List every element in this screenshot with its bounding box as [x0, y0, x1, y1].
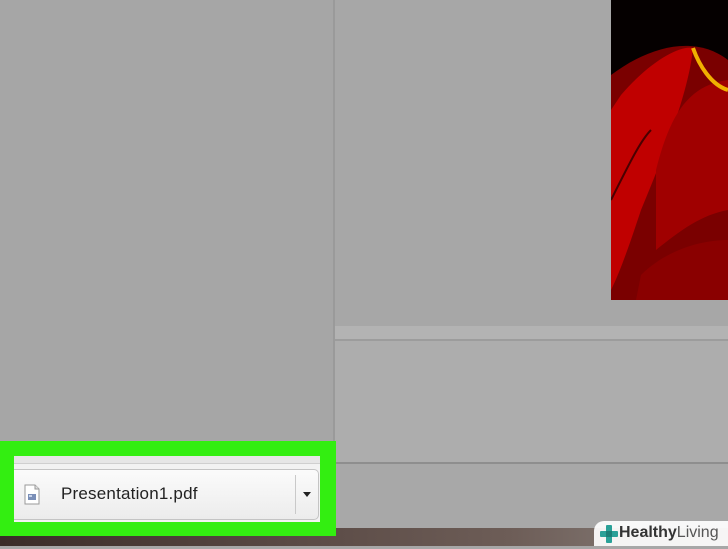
pdf-file-icon	[24, 484, 40, 505]
caret-down-icon	[303, 492, 311, 497]
watermark-light: Living	[676, 524, 719, 541]
watermark: HealthyLiving	[594, 521, 728, 546]
download-item[interactable]: Presentation1.pdf	[14, 469, 319, 520]
download-bar: Presentation1.pdf	[14, 456, 320, 522]
plus-cross-icon	[599, 524, 619, 544]
slide-image	[611, 0, 728, 300]
download-menu-button[interactable]	[297, 475, 317, 514]
notes-area	[335, 341, 728, 463]
watermark-text: HealthyLiving	[619, 524, 719, 542]
download-bar-top-edge	[14, 456, 320, 464]
download-file-name[interactable]: Presentation1.pdf	[61, 484, 198, 504]
watermark-bold: Healthy	[619, 524, 677, 541]
lower-band	[335, 326, 728, 340]
red-flower-graphic	[611, 0, 728, 300]
item-divider	[295, 475, 296, 514]
